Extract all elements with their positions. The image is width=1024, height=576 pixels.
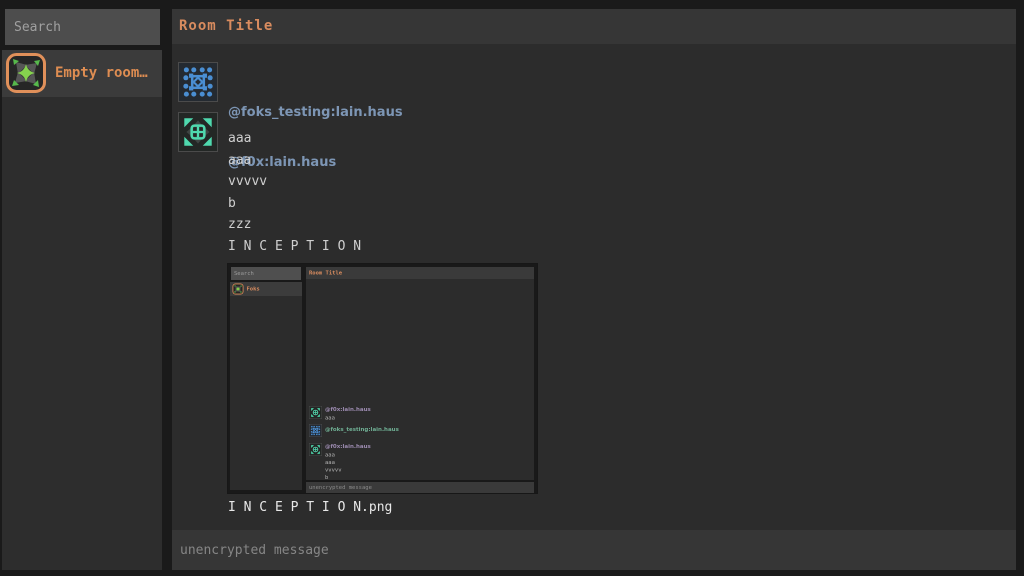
message-input[interactable] [172, 530, 1016, 570]
mini-user-avatar-icon [309, 424, 322, 437]
mini-message-input: unencrypted message [306, 482, 534, 493]
room-list-item[interactable]: Empty room… [2, 50, 162, 97]
mini-message-sender: @f0x:lain.haus [325, 406, 371, 413]
mini-room-item: Foks [230, 282, 302, 296]
mini-user-avatar-icon [309, 406, 322, 419]
mini-user-avatar-icon [309, 443, 322, 456]
mini-message-line: aaa [325, 451, 335, 459]
message-body: aaa aaa vvvvv b zzz I N C E P T I O N [228, 128, 361, 257]
message-line: zzz [228, 214, 361, 236]
mini-message-line: b [325, 474, 328, 482]
mini-message-line: aaa [325, 459, 335, 467]
message-line: I N C E P T I O N [228, 236, 361, 258]
message-line: aaa [228, 128, 361, 150]
mini-room-list: Foks [230, 282, 302, 490]
mini-search-input: Search [231, 267, 301, 280]
room-list: Empty room… [2, 50, 162, 570]
room-name: Empty room… [55, 50, 148, 97]
room-avatar-icon [6, 53, 46, 93]
mini-message-line: vvvvv [325, 466, 342, 474]
mini-room-avatar-icon [233, 284, 244, 295]
message-line: aaa [228, 150, 361, 172]
mini-message-sender: @f0x:lain.haus [325, 443, 371, 450]
search-input[interactable] [5, 9, 160, 45]
mini-message-timeline: @f0x:lain.haus aaa @foks_testing:lain.ha… [306, 279, 534, 480]
attachment-filename[interactable]: I N C E P T I O N.png [228, 500, 392, 515]
embedded-screenshot: Search Foks Room Title @f0x:lain.haus aa… [228, 264, 537, 493]
message-sender[interactable]: @foks_testing:lain.haus [228, 105, 403, 120]
room-title: Room Title [179, 9, 273, 44]
message-line: vvvvv [228, 171, 361, 193]
user-avatar-icon[interactable] [178, 112, 218, 152]
mini-room-header: Room Title [306, 267, 534, 279]
message-line: b [228, 193, 361, 215]
message-timeline: @foks_testing:lain.haus @f0x:lain.haus a… [172, 44, 1016, 530]
room-header: Room Title [172, 9, 1016, 44]
mini-room-name: Foks [247, 282, 260, 296]
user-avatar-icon[interactable] [178, 62, 218, 102]
mini-message-line: aaa [325, 414, 335, 422]
attachment-image[interactable]: Search Foks Room Title @f0x:lain.haus aa… [228, 264, 537, 493]
app-window: Empty room… Room Title @foks_testing:lai… [0, 0, 1024, 576]
mini-message-sender: @foks_testing:lain.haus [325, 426, 399, 433]
